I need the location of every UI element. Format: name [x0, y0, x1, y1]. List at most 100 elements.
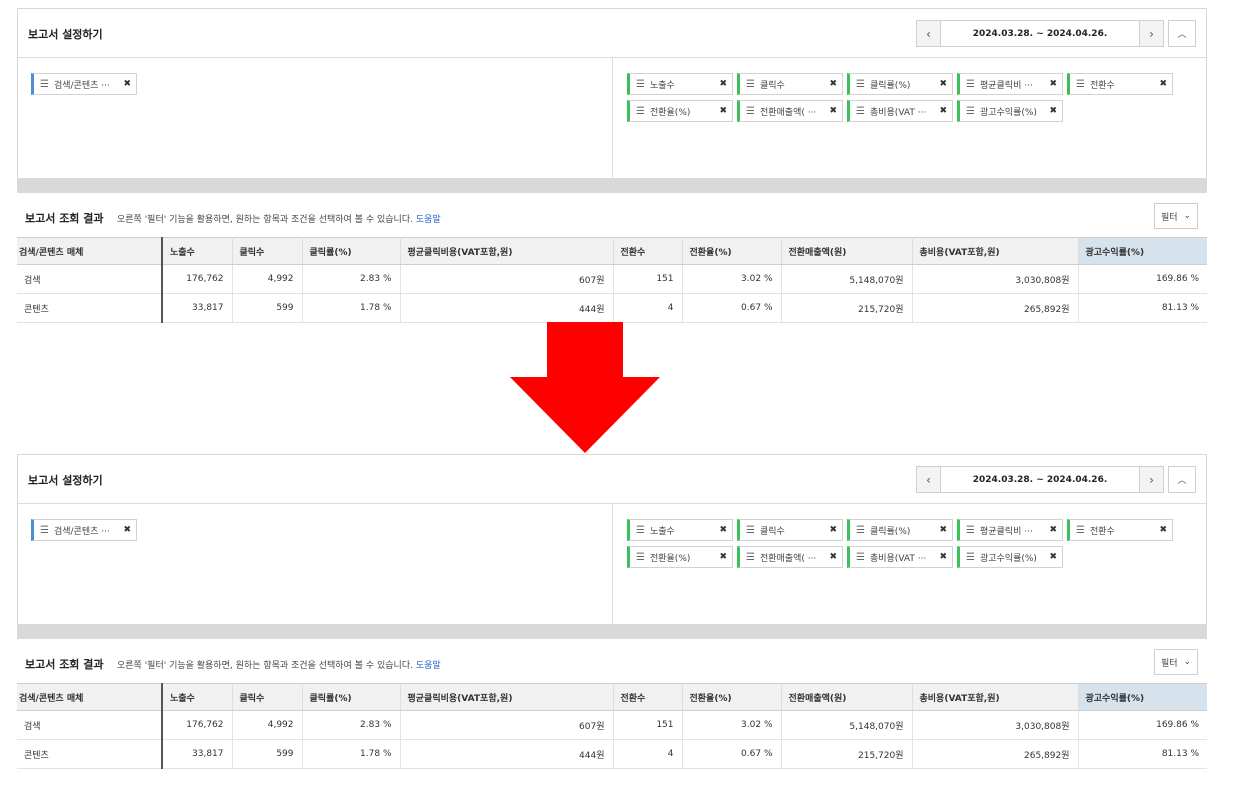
column-header[interactable]: 클릭률(%): [302, 683, 401, 711]
close-icon[interactable]: ✖: [939, 552, 947, 562]
metric-chip[interactable]: ☰ 노출수 ✖: [627, 73, 733, 95]
metric-chip[interactable]: ☰ 총비용(VAT ··· ✖: [847, 546, 953, 568]
column-header[interactable]: 클릭수: [232, 237, 303, 265]
filter-button[interactable]: 필터 ⌄: [1154, 203, 1198, 229]
close-icon[interactable]: ✖: [123, 525, 131, 535]
help-link[interactable]: 도움말: [416, 661, 441, 671]
drag-handle-icon[interactable]: ☰: [966, 106, 975, 117]
column-header[interactable]: 전환매출액(원): [781, 237, 913, 265]
help-link[interactable]: 도움말: [416, 215, 441, 225]
drag-handle-icon[interactable]: ☰: [856, 106, 865, 117]
chevron-up-icon[interactable]: ︿: [1168, 20, 1196, 47]
metric-chip[interactable]: ☰ 총비용(VAT ··· ✖: [847, 100, 953, 122]
column-header[interactable]: 노출수: [162, 237, 233, 265]
metric-chip[interactable]: ☰ 클릭수 ✖: [737, 519, 843, 541]
drag-handle-icon[interactable]: ☰: [856, 525, 865, 536]
date-range-picker[interactable]: ‹ 2024.03.28. ~ 2024.04.26. ›: [916, 466, 1164, 493]
chevron-right-icon[interactable]: ›: [1139, 467, 1163, 492]
date-range-text[interactable]: 2024.03.28. ~ 2024.04.26.: [941, 467, 1139, 492]
column-header[interactable]: 전환매출액(원): [781, 683, 913, 711]
dimension-chip[interactable]: ☰ 검색/콘텐츠 ··· ✖: [31, 73, 137, 95]
date-range-text[interactable]: 2024.03.28. ~ 2024.04.26.: [941, 21, 1139, 46]
drag-handle-icon[interactable]: ☰: [1076, 79, 1085, 90]
chevron-right-icon[interactable]: ›: [1139, 21, 1163, 46]
column-header[interactable]: 전환율(%): [682, 683, 782, 711]
close-icon[interactable]: ✖: [123, 79, 131, 89]
drag-handle-icon[interactable]: ☰: [746, 106, 755, 117]
column-header[interactable]: 검색/콘텐츠 매체: [17, 683, 163, 711]
close-icon[interactable]: ✖: [719, 552, 727, 562]
drag-handle-icon[interactable]: ☰: [40, 525, 49, 536]
close-icon[interactable]: ✖: [829, 525, 837, 535]
close-icon[interactable]: ✖: [719, 525, 727, 535]
metric-chip[interactable]: ☰ 클릭률(%) ✖: [847, 519, 953, 541]
chevron-left-icon[interactable]: ‹: [917, 21, 941, 46]
dimension-chip[interactable]: ☰ 검색/콘텐츠 ··· ✖: [31, 519, 137, 541]
close-icon[interactable]: ✖: [719, 106, 727, 116]
close-icon[interactable]: ✖: [829, 79, 837, 89]
drag-handle-icon[interactable]: ☰: [856, 552, 865, 563]
column-header[interactable]: 평균클릭비용(VAT포함,원): [400, 683, 614, 711]
column-header[interactable]: 광고수익률(%): [1078, 683, 1207, 711]
close-icon[interactable]: ✖: [939, 106, 947, 116]
drag-handle-icon[interactable]: ☰: [746, 552, 755, 563]
column-header[interactable]: 총비용(VAT포함,원): [912, 683, 1079, 711]
column-header[interactable]: 총비용(VAT포함,원): [912, 237, 1079, 265]
drag-handle-icon[interactable]: ☰: [636, 106, 645, 117]
close-icon[interactable]: ✖: [939, 79, 947, 89]
metric-chip[interactable]: ☰ 평균클릭비 ··· ✖: [957, 73, 1063, 95]
drag-handle-icon[interactable]: ☰: [966, 79, 975, 90]
column-header[interactable]: 검색/콘텐츠 매체: [17, 237, 163, 265]
column-header[interactable]: 평균클릭비용(VAT포함,원): [400, 237, 614, 265]
table-cell: 3.02 %: [682, 710, 782, 740]
close-icon[interactable]: ✖: [939, 525, 947, 535]
close-icon[interactable]: ✖: [829, 552, 837, 562]
column-header[interactable]: 전환수: [613, 683, 683, 711]
close-icon[interactable]: ✖: [1049, 552, 1057, 562]
close-icon[interactable]: ✖: [1049, 106, 1057, 116]
drag-handle-icon[interactable]: ☰: [40, 79, 49, 90]
drag-handle-icon[interactable]: ☰: [1076, 525, 1085, 536]
metric-chip[interactable]: ☰ 전환수 ✖: [1067, 73, 1173, 95]
metric-chip[interactable]: ☰ 전환율(%) ✖: [627, 546, 733, 568]
metric-chip[interactable]: ☰ 클릭수 ✖: [737, 73, 843, 95]
chip-label: 평균클릭비 ···: [979, 526, 1033, 537]
chevron-up-icon[interactable]: ︿: [1168, 466, 1196, 493]
metric-area[interactable]: ☰ 노출수 ✖ ☰ 클릭수 ✖ ☰ 클릭률(%) ✖ ☰ 평균클릭비 ··· ✖ ☰ 전환수 ✖ ☰ 전환율(%…: [613, 58, 1206, 178]
drag-handle-icon[interactable]: ☰: [746, 525, 755, 536]
metric-chip[interactable]: ☰ 클릭률(%) ✖: [847, 73, 953, 95]
chevron-left-icon[interactable]: ‹: [917, 467, 941, 492]
metric-area[interactable]: ☰ 노출수 ✖ ☰ 클릭수 ✖ ☰ 클릭률(%) ✖ ☰ 평균클릭비 ··· ✖ ☰ 전환수 ✖ ☰ 전환율(%…: [613, 504, 1206, 624]
column-header[interactable]: 클릭수: [232, 683, 303, 711]
metric-chip[interactable]: ☰ 광고수익률(%) ✖: [957, 100, 1063, 122]
drag-handle-icon[interactable]: ☰: [856, 79, 865, 90]
metric-chip[interactable]: ☰ 노출수 ✖: [627, 519, 733, 541]
column-header[interactable]: 클릭률(%): [302, 237, 401, 265]
column-header[interactable]: 전환율(%): [682, 237, 782, 265]
close-icon[interactable]: ✖: [1159, 525, 1167, 535]
metric-chip[interactable]: ☰ 전환매출액( ··· ✖: [737, 100, 843, 122]
dimension-area[interactable]: ☰ 검색/콘텐츠 ··· ✖: [18, 58, 613, 178]
metric-chip[interactable]: ☰ 전환수 ✖: [1067, 519, 1173, 541]
close-icon[interactable]: ✖: [719, 79, 727, 89]
close-icon[interactable]: ✖: [1049, 79, 1057, 89]
close-icon[interactable]: ✖: [1049, 525, 1057, 535]
drag-handle-icon[interactable]: ☰: [746, 79, 755, 90]
filter-button[interactable]: 필터 ⌄: [1154, 649, 1198, 675]
drag-handle-icon[interactable]: ☰: [636, 79, 645, 90]
metric-chip[interactable]: ☰ 전환율(%) ✖: [627, 100, 733, 122]
drag-handle-icon[interactable]: ☰: [636, 552, 645, 563]
column-header[interactable]: 광고수익률(%): [1078, 237, 1207, 265]
column-header[interactable]: 전환수: [613, 237, 683, 265]
date-range-picker[interactable]: ‹ 2024.03.28. ~ 2024.04.26. ›: [916, 20, 1164, 47]
close-icon[interactable]: ✖: [1159, 79, 1167, 89]
metric-chip[interactable]: ☰ 평균클릭비 ··· ✖: [957, 519, 1063, 541]
column-header[interactable]: 노출수: [162, 683, 233, 711]
metric-chip[interactable]: ☰ 광고수익률(%) ✖: [957, 546, 1063, 568]
dimension-area[interactable]: ☰ 검색/콘텐츠 ··· ✖: [18, 504, 613, 624]
drag-handle-icon[interactable]: ☰: [966, 552, 975, 563]
drag-handle-icon[interactable]: ☰: [966, 525, 975, 536]
metric-chip[interactable]: ☰ 전환매출액( ··· ✖: [737, 546, 843, 568]
close-icon[interactable]: ✖: [829, 106, 837, 116]
drag-handle-icon[interactable]: ☰: [636, 525, 645, 536]
